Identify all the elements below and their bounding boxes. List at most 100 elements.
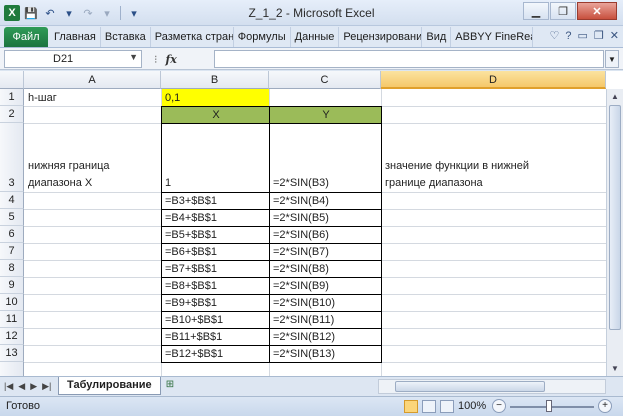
row-header[interactable]: 3: [0, 123, 24, 192]
cell-a3-line2[interactable]: диапазона X: [26, 176, 92, 190]
name-box[interactable]: D21 ▼: [4, 50, 142, 68]
page-break-view-icon[interactable]: [440, 400, 454, 413]
help-icon[interactable]: ?: [565, 30, 571, 42]
tab-review[interactable]: Рецензировани: [339, 27, 423, 47]
tab-file[interactable]: Файл: [4, 27, 48, 47]
cell-b1[interactable]: 0,1: [163, 91, 180, 105]
tab-insert[interactable]: Вставка: [101, 27, 151, 47]
cell-b7[interactable]: =B6+$B$1: [163, 245, 217, 259]
row-header-partial[interactable]: [0, 362, 24, 376]
zoom-slider-knob[interactable]: [546, 400, 552, 412]
cell-c2[interactable]: Y: [269, 108, 381, 122]
save-icon[interactable]: 💾: [23, 5, 39, 21]
row-header[interactable]: 13: [0, 345, 24, 362]
ribbon-restore-icon[interactable]: ❐: [594, 29, 604, 42]
cell-c11[interactable]: =2*SIN(B11): [271, 313, 334, 327]
undo-dropdown-icon[interactable]: ▾: [61, 5, 77, 21]
formula-input[interactable]: [214, 50, 604, 68]
resize-handle-icon[interactable]: ⁝: [154, 53, 158, 66]
tab-data[interactable]: Данные: [291, 27, 340, 47]
row-header[interactable]: 5: [0, 209, 24, 226]
row-header[interactable]: 4: [0, 192, 24, 209]
cell-a3-line1[interactable]: нижняя граница: [26, 159, 110, 173]
customize-toolbar-icon[interactable]: ▾: [126, 5, 142, 21]
cell-c8[interactable]: =2*SIN(B8): [271, 262, 329, 276]
undo-icon[interactable]: ↶: [42, 5, 58, 21]
zoom-in-icon[interactable]: +: [598, 399, 612, 413]
page-layout-view-icon[interactable]: [422, 400, 436, 413]
cell-c9[interactable]: =2*SIN(B9): [271, 279, 329, 293]
cell-b13[interactable]: =B12+$B$1: [163, 347, 223, 361]
zoom-out-icon[interactable]: −: [492, 399, 506, 413]
row-header[interactable]: 10: [0, 294, 24, 311]
tab-abbyy[interactable]: ABBYY FineReade: [451, 27, 534, 47]
first-sheet-icon[interactable]: |◀: [4, 381, 13, 392]
select-all-corner[interactable]: [0, 71, 24, 89]
last-sheet-icon[interactable]: ▶|: [42, 381, 51, 392]
row-header[interactable]: 1: [0, 89, 24, 106]
cell-a1[interactable]: h-шаг: [26, 91, 57, 105]
insert-function-icon[interactable]: fx: [166, 53, 177, 66]
ribbon-close-icon[interactable]: ✕: [610, 29, 619, 42]
cell-c13[interactable]: =2*SIN(B13): [271, 347, 335, 361]
row-header[interactable]: 6: [0, 226, 24, 243]
cell-b3[interactable]: 1: [163, 176, 171, 190]
cell-c5[interactable]: =2*SIN(B5): [271, 211, 329, 225]
cell-d3-line1[interactable]: значение функции в нижней: [383, 159, 529, 173]
cell-b6[interactable]: =B5+$B$1: [163, 228, 217, 242]
scroll-up-icon[interactable]: ▲: [607, 89, 623, 104]
cell-c3[interactable]: =2*SIN(B3): [271, 176, 329, 190]
chevron-down-icon[interactable]: ▼: [129, 52, 138, 62]
row-header[interactable]: 7: [0, 243, 24, 260]
cell-b5[interactable]: =B4+$B$1: [163, 211, 217, 225]
zoom-level[interactable]: 100%: [458, 400, 486, 412]
cell-b9[interactable]: =B8+$B$1: [163, 279, 217, 293]
ribbon-minimize-icon[interactable]: ▭: [578, 29, 588, 42]
row-header[interactable]: 9: [0, 277, 24, 294]
column-header-a[interactable]: A: [24, 71, 161, 89]
row-header[interactable]: 2: [0, 106, 24, 123]
next-sheet-icon[interactable]: ▶: [30, 381, 37, 392]
maximize-button[interactable]: ❐: [550, 2, 576, 20]
redo-icon[interactable]: ↷: [80, 5, 96, 21]
tab-formulas[interactable]: Формулы: [234, 27, 291, 47]
cell-b2[interactable]: X: [161, 108, 269, 122]
row-header[interactable]: 8: [0, 260, 24, 277]
horizontal-scrollbar[interactable]: [378, 379, 606, 394]
row-header[interactable]: 12: [0, 328, 24, 345]
redo-dropdown-icon[interactable]: ▾: [99, 5, 115, 21]
column-header-d[interactable]: D: [381, 71, 606, 89]
row-header[interactable]: 11: [0, 311, 24, 328]
cell-c4[interactable]: =2*SIN(B4): [271, 194, 329, 208]
normal-view-icon[interactable]: [404, 400, 418, 413]
heart-icon[interactable]: ♡: [550, 29, 560, 42]
zoom-slider[interactable]: [510, 406, 594, 408]
cell-b4[interactable]: =B3+$B$1: [163, 194, 217, 208]
cell-c12[interactable]: =2*SIN(B12): [271, 330, 335, 344]
column-header-b[interactable]: B: [161, 71, 269, 89]
scroll-down-icon[interactable]: ▼: [607, 361, 623, 376]
expand-formula-bar-icon[interactable]: ▼: [605, 50, 619, 68]
scrollbar-thumb[interactable]: [395, 381, 545, 392]
cell-b8[interactable]: =B7+$B$1: [163, 262, 217, 276]
minimize-button[interactable]: ▁: [523, 2, 549, 20]
excel-logo-icon[interactable]: X: [4, 5, 20, 21]
tab-view[interactable]: Вид: [422, 27, 452, 47]
insert-sheet-icon[interactable]: ⊞: [160, 379, 180, 393]
cell-c7[interactable]: =2*SIN(B7): [271, 245, 329, 259]
scrollbar-thumb[interactable]: [609, 105, 621, 330]
cell-b11[interactable]: =B10+$B$1: [163, 313, 223, 327]
column-header-c[interactable]: C: [269, 71, 381, 89]
cell-b10[interactable]: =B9+$B$1: [163, 296, 217, 310]
spreadsheet-grid[interactable]: A B C D 1 2 3 4 5 6 7 8 9 10 11 12 13 h-…: [0, 71, 623, 376]
vertical-scrollbar[interactable]: ▲ ▼: [606, 89, 623, 376]
cell-b12[interactable]: =B11+$B$1: [163, 330, 222, 344]
prev-sheet-icon[interactable]: ◀: [18, 381, 25, 392]
tab-home[interactable]: Главная: [50, 27, 101, 47]
sheet-tab-active[interactable]: Табулирование: [58, 377, 161, 395]
cell-c10[interactable]: =2*SIN(B10): [271, 296, 335, 310]
cell-d3-line2[interactable]: границе диапазона: [383, 176, 483, 190]
tab-page-layout[interactable]: Разметка страни: [151, 27, 234, 47]
close-button[interactable]: ✕: [577, 2, 617, 20]
cell-c6[interactable]: =2*SIN(B6): [271, 228, 329, 242]
